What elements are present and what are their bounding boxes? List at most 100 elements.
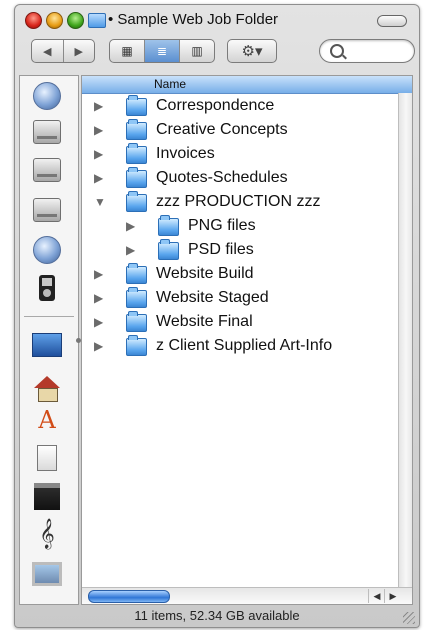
list-item-label: zzz PRODUCTION zzz <box>156 193 321 210</box>
list-item[interactable]: ▶ Invoices <box>82 143 398 167</box>
sidebar-item-home[interactable] <box>32 368 62 402</box>
sidebar-item-drive-2[interactable] <box>32 156 62 184</box>
disclosure-closed-icon[interactable]: ▶ <box>94 267 103 281</box>
desktop-icon <box>32 333 62 357</box>
globe-icon <box>33 236 61 264</box>
list-item[interactable]: ▶ Creative Concepts <box>82 119 398 143</box>
scroll-right-button[interactable]: ▶ <box>384 589 401 603</box>
disclosure-closed-icon[interactable]: ▶ <box>126 243 135 257</box>
list-item-label: Creative Concepts <box>156 121 288 138</box>
disclosure-closed-icon[interactable]: ▶ <box>94 123 103 137</box>
folder-icon <box>126 263 147 284</box>
sidebar-divider <box>24 316 74 317</box>
music-icon: 𝄞 <box>39 518 55 549</box>
list-item[interactable]: ▶ z Client Supplied Art-Info <box>82 335 398 359</box>
sidebar-item-applications[interactable]: A <box>32 406 62 434</box>
horizontal-scrollbar[interactable]: ◀ ▶ <box>82 587 412 604</box>
title-bar[interactable]: • Sample Web Job Folder <box>15 5 419 35</box>
ipod-icon <box>39 275 55 301</box>
list-item-label: Website Build <box>156 265 254 282</box>
list-item[interactable]: ▶ PSD files <box>82 239 398 263</box>
gear-icon: ⚙▾ <box>241 43 263 60</box>
disclosure-closed-icon[interactable]: ▶ <box>94 339 103 353</box>
list-item[interactable]: ▶ Correspondence <box>82 95 398 119</box>
icon-view-button[interactable]: ▦ <box>110 40 145 62</box>
sidebar-item-network[interactable] <box>32 82 62 110</box>
folder-icon <box>126 335 147 356</box>
list-item[interactable]: ▶ Quotes-Schedules <box>82 167 398 191</box>
action-menu-button[interactable]: ⚙▾ <box>227 39 277 63</box>
scroll-thumb[interactable] <box>88 590 170 603</box>
list-item[interactable]: ▶ Website Staged <box>82 287 398 311</box>
list-item-label: Website Final <box>156 313 253 330</box>
list-item-label: z Client Supplied Art-Info <box>156 337 333 354</box>
hard-drive-icon <box>33 120 61 144</box>
search-input[interactable] <box>348 42 410 60</box>
column-view-button[interactable]: ▥ <box>180 40 214 62</box>
disclosure-closed-icon[interactable]: ▶ <box>94 147 103 161</box>
folder-icon <box>126 143 147 164</box>
zoom-button[interactable] <box>67 12 84 29</box>
hard-drive-icon <box>33 158 61 182</box>
sidebar-item-movies[interactable] <box>32 482 62 510</box>
sidebar-item-ipod[interactable] <box>32 274 62 302</box>
disclosure-open-icon[interactable]: ▼ <box>94 195 106 209</box>
file-list: Name ▶ Correspondence ▶ Creative Concepts ▶ I… <box>81 75 413 605</box>
sidebar-item-drive-1[interactable] <box>32 118 62 146</box>
list-view-button[interactable]: ≣ <box>145 40 180 62</box>
disclosure-closed-icon[interactable]: ▶ <box>94 99 103 113</box>
sidebar-item-idisk[interactable] <box>32 236 62 264</box>
hard-drive-icon <box>33 198 61 222</box>
list-item[interactable]: ▶ Website Final <box>82 311 398 335</box>
home-icon <box>34 376 60 402</box>
folder-icon <box>126 167 147 188</box>
list-item-label: Correspondence <box>156 97 275 114</box>
folder-icon <box>158 239 179 260</box>
title-folder-icon[interactable] <box>88 13 106 28</box>
resize-grip[interactable] <box>403 612 415 624</box>
folder-icon <box>126 119 147 140</box>
folder-icon <box>126 95 147 116</box>
disclosure-closed-icon[interactable]: ▶ <box>94 291 103 305</box>
back-button[interactable]: ◀ <box>32 40 64 62</box>
sidebar-item-pictures[interactable] <box>32 560 62 588</box>
toolbar: ◀ ▶ ▦ ≣ ▥ ⚙▾ <box>15 35 419 71</box>
folder-icon <box>158 215 179 236</box>
status-bar: 11 items, 52.34 GB available <box>15 605 419 627</box>
network-globe-icon <box>33 82 61 110</box>
toolbar-toggle-button[interactable] <box>377 15 407 27</box>
disclosure-closed-icon[interactable]: ▶ <box>94 171 103 185</box>
finder-window: • Sample Web Job Folder ◀ ▶ ▦ ≣ ▥ ⚙▾ A 𝄞… <box>14 4 420 628</box>
scroll-left-button[interactable]: ◀ <box>368 589 385 603</box>
sidebar-item-drive-3[interactable] <box>32 196 62 224</box>
list-item[interactable]: ▼ zzz PRODUCTION zzz <box>82 191 398 215</box>
list-item-label: Invoices <box>156 145 215 162</box>
sidebar: A 𝄞 <box>19 75 81 605</box>
name-column-header[interactable]: Name <box>82 76 412 94</box>
forward-button[interactable]: ▶ <box>64 40 95 62</box>
list-item[interactable]: ▶ PNG files <box>82 215 398 239</box>
documents-icon <box>37 445 57 471</box>
folder-icon <box>126 287 147 308</box>
minimize-button[interactable] <box>46 12 63 29</box>
status-text: 11 items, 52.34 GB available <box>134 608 300 623</box>
pictures-icon <box>32 562 62 586</box>
search-icon <box>330 44 344 58</box>
vertical-scrollbar[interactable] <box>398 93 412 587</box>
folder-icon <box>126 311 147 332</box>
back-forward-control: ◀ ▶ <box>31 39 95 63</box>
sidebar-item-desktop[interactable] <box>32 331 62 359</box>
disclosure-closed-icon[interactable]: ▶ <box>94 315 103 329</box>
sidebar-item-music[interactable]: 𝄞 <box>32 518 62 549</box>
disclosure-closed-icon[interactable]: ▶ <box>126 219 135 233</box>
close-button[interactable] <box>25 12 42 29</box>
sidebar-item-documents[interactable] <box>32 444 62 472</box>
view-control: ▦ ≣ ▥ <box>109 39 215 63</box>
list-item[interactable]: ▶ Website Build <box>82 263 398 287</box>
folder-icon <box>126 191 147 212</box>
list-item-label: PNG files <box>188 217 256 234</box>
list-item-label: Quotes-Schedules <box>156 169 288 186</box>
list-item-label: Website Staged <box>156 289 269 306</box>
search-field[interactable] <box>319 39 415 63</box>
window-title: • Sample Web Job Folder <box>108 11 279 28</box>
